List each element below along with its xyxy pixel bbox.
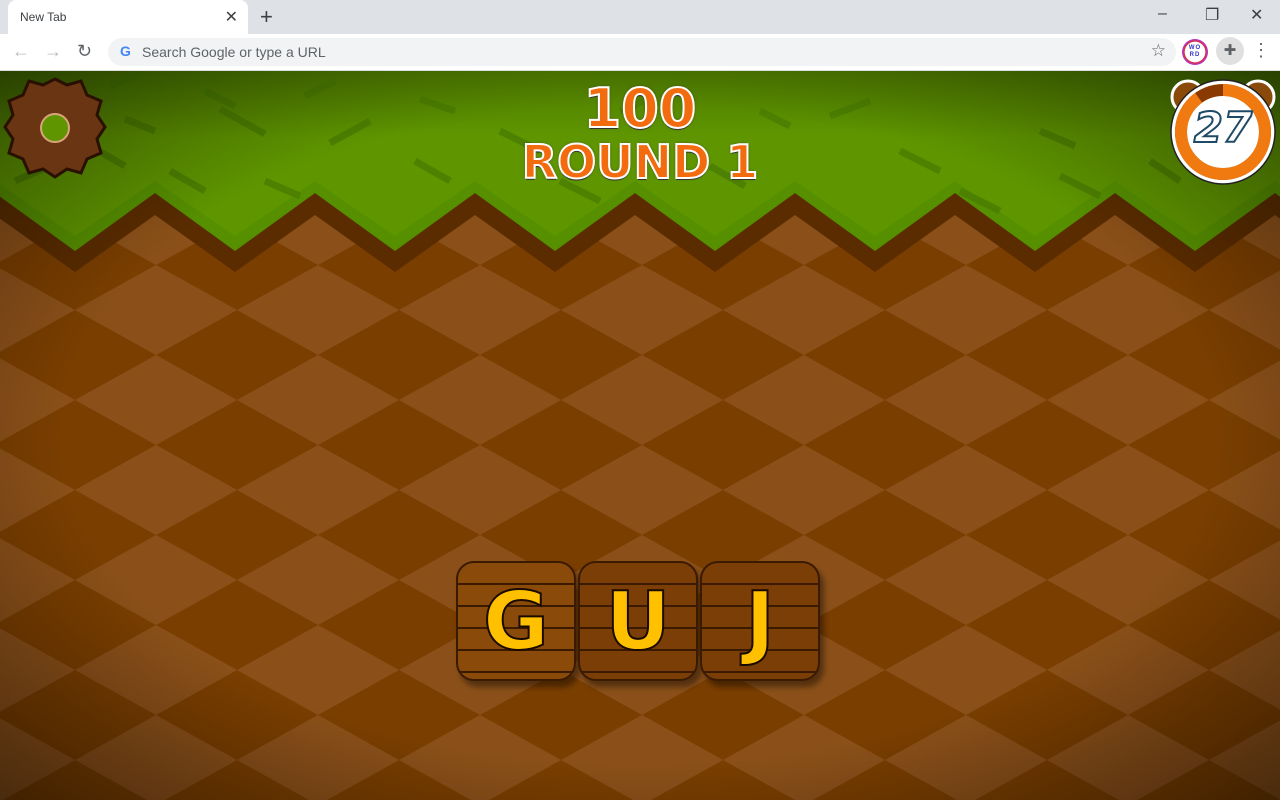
reload-icon[interactable]: ↻ — [77, 41, 92, 62]
word-extension-icon[interactable]: WORD — [1182, 39, 1208, 65]
menu-kebab-icon[interactable]: ⋮ — [1252, 40, 1270, 61]
letter-tile[interactable]: G — [456, 561, 576, 681]
restore-icon[interactable]: ❐ — [1205, 5, 1219, 25]
bookmark-star-icon[interactable]: ☆ — [1151, 41, 1166, 61]
timer-clock: 27 — [1168, 75, 1278, 185]
tab-title: New Tab — [20, 10, 67, 24]
new-tab-button[interactable]: + — [260, 4, 273, 30]
tab-new-tab[interactable]: New Tab ✕ — [8, 0, 248, 34]
round-label: ROUND 1 — [521, 134, 760, 190]
tab-strip: New Tab ✕ + – ❐ ✕ — [0, 0, 1280, 34]
timer-value: 27 — [1193, 102, 1253, 153]
close-window-icon[interactable]: ✕ — [1250, 5, 1263, 25]
omnibox-placeholder: Search Google or type a URL — [142, 44, 326, 60]
browser-toolbar: ← → ↻ G Search Google or type a URL ☆ WO… — [0, 34, 1280, 71]
extensions-puzzle-icon[interactable]: ✚ — [1216, 37, 1244, 65]
back-icon[interactable]: ← — [12, 41, 30, 62]
forward-icon[interactable]: → — [44, 41, 62, 62]
google-icon: G — [120, 43, 131, 59]
game-canvas[interactable]: 100 ROUND 1 27 G U J — [0, 71, 1280, 800]
score-display: 100 — [583, 76, 698, 141]
close-icon[interactable]: ✕ — [225, 7, 238, 27]
letter-tile[interactable]: U — [578, 561, 698, 681]
letter-tile[interactable]: J — [700, 561, 820, 681]
minimize-icon[interactable]: – — [1158, 5, 1167, 23]
omnibox[interactable]: G Search Google or type a URL ☆ — [108, 38, 1176, 66]
extension-label: WORD — [1188, 45, 1202, 58]
